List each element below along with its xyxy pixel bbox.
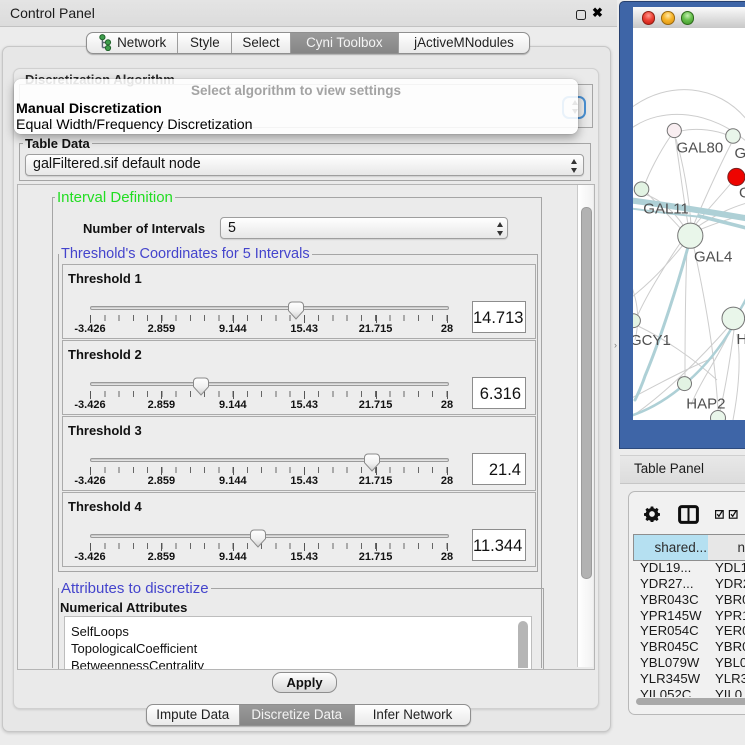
svg-text:GAL4: GAL4 [694,249,732,266]
svg-text:GA: GA [735,145,745,162]
svg-text:HAP2: HAP2 [686,396,725,413]
svg-text:G: G [739,185,745,202]
svg-text:GCY1: GCY1 [633,332,671,349]
svg-text:GAL80: GAL80 [677,140,724,157]
svg-text:HA: HA [737,331,745,348]
svg-text:GAL11: GAL11 [643,201,689,218]
